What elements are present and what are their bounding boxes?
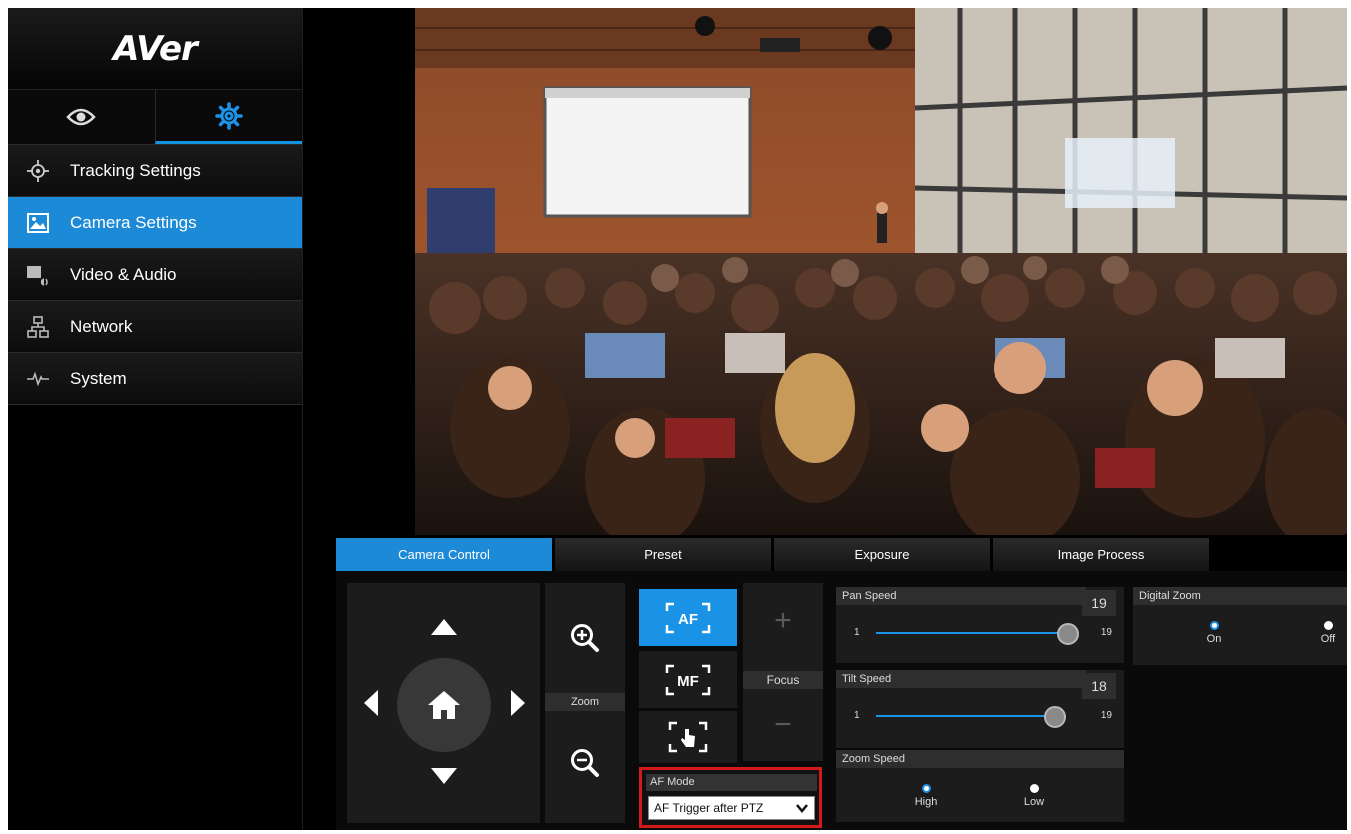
tab-settings[interactable] xyxy=(154,90,302,144)
zoom-controls: Zoom xyxy=(545,583,625,823)
pan-speed-slider[interactable]: 1 19 xyxy=(850,623,1116,645)
digital-zoom-title: Digital Zoom xyxy=(1133,587,1347,605)
af-button[interactable]: AF xyxy=(639,589,737,646)
digital-zoom-off-label: Off xyxy=(1320,633,1336,645)
tab-camera-control[interactable]: Camera Control xyxy=(336,538,552,571)
sidebar-item-system[interactable]: System xyxy=(8,353,302,405)
tab-exposure[interactable]: Exposure xyxy=(774,538,990,571)
sidebar-item-camera-settings[interactable]: Camera Settings xyxy=(8,197,302,249)
ptz-pad xyxy=(347,583,540,823)
arrow-down-icon[interactable] xyxy=(431,768,457,784)
sidebar-item-label: Tracking Settings xyxy=(70,160,201,180)
crosshair-icon xyxy=(26,159,50,183)
pan-speed-title: Pan Speed xyxy=(836,587,1086,605)
zoom-speed-high-radio[interactable]: High xyxy=(906,784,946,808)
gear-icon xyxy=(215,101,243,130)
tilt-speed-value: 18 xyxy=(1082,673,1116,699)
af-mode-label: AF Mode xyxy=(646,774,817,791)
focus-label: Focus xyxy=(743,671,823,689)
af-mode-group: AF Mode AF Trigger after PTZ xyxy=(639,767,822,828)
tilt-speed-slider[interactable]: 1 19 xyxy=(850,706,1116,728)
app-window: AVer Tracking Settings Camera Settings V… xyxy=(8,8,1347,830)
conference-room-image xyxy=(415,8,1347,535)
image-icon xyxy=(26,211,50,235)
sidebar-item-tracking-settings[interactable]: Tracking Settings xyxy=(8,145,302,197)
logo-text: AVer xyxy=(113,28,198,69)
mf-button[interactable]: MF xyxy=(639,651,737,708)
digital-zoom-off-radio[interactable]: Off xyxy=(1313,621,1343,645)
radio-unselected-icon xyxy=(1029,784,1039,793)
pulse-icon xyxy=(26,367,50,391)
af-mode-select[interactable]: AF Trigger after PTZ xyxy=(648,796,815,820)
af-button-label: AF xyxy=(678,611,698,628)
tab-live-view[interactable] xyxy=(8,90,155,144)
sidebar-item-network[interactable]: Network xyxy=(8,301,302,353)
pan-speed-max: 19 xyxy=(1100,627,1112,638)
tilt-speed-title: Tilt Speed xyxy=(836,670,1086,688)
mode-tabs xyxy=(8,90,302,145)
arrow-up-icon[interactable] xyxy=(431,619,457,635)
camera-control-panel: Zoom AF MF + Focus − AF Mode AF Trigger … xyxy=(336,571,1347,830)
pan-speed-knob[interactable] xyxy=(1057,623,1079,645)
chevron-down-icon xyxy=(796,804,808,813)
tilt-speed-min: 1 xyxy=(854,710,860,721)
focus-controls: + Focus − xyxy=(743,583,823,761)
pan-speed-min: 1 xyxy=(854,627,860,638)
sidebar-item-label: Camera Settings xyxy=(70,212,197,232)
radio-selected-icon xyxy=(921,784,931,793)
control-tabs: Camera Control Preset Exposure Image Pro… xyxy=(336,538,1212,571)
af-mode-value: AF Trigger after PTZ xyxy=(654,801,764,815)
zoom-out-icon xyxy=(571,749,599,777)
tab-preset[interactable]: Preset xyxy=(555,538,771,571)
eye-icon xyxy=(66,108,96,126)
touch-focus-icon xyxy=(668,721,708,753)
tilt-speed-max: 19 xyxy=(1100,710,1112,721)
video-audio-icon xyxy=(26,263,50,287)
one-push-focus-button[interactable] xyxy=(639,711,737,763)
radio-selected-icon xyxy=(1209,621,1219,630)
mf-bracket-icon: MF xyxy=(665,664,711,695)
arrow-right-icon[interactable] xyxy=(511,690,525,716)
tilt-speed-track xyxy=(876,715,1066,717)
home-icon xyxy=(428,691,460,719)
tab-image-process[interactable]: Image Process xyxy=(993,538,1209,571)
mf-button-label: MF xyxy=(677,673,699,690)
sidebar: AVer Tracking Settings Camera Settings V… xyxy=(8,8,303,830)
digital-zoom-on-radio[interactable]: On xyxy=(1199,621,1229,645)
sidebar-item-video-audio[interactable]: Video & Audio xyxy=(8,249,302,301)
zoom-speed-low-label: Low xyxy=(1023,796,1045,808)
af-bracket-icon: AF xyxy=(665,602,711,633)
pan-speed-value: 19 xyxy=(1082,590,1116,616)
network-icon xyxy=(26,315,50,339)
pan-speed-group: Pan Speed 19 1 19 xyxy=(836,587,1124,663)
radio-unselected-icon xyxy=(1323,621,1333,630)
zoom-speed-title: Zoom Speed xyxy=(836,750,1124,768)
sidebar-item-label: Video & Audio xyxy=(70,264,177,284)
pan-speed-track xyxy=(876,632,1066,634)
tilt-speed-group: Tilt Speed 18 1 19 xyxy=(836,670,1124,748)
sidebar-item-label: System xyxy=(70,368,127,388)
logo: AVer xyxy=(8,8,302,90)
camera-preview[interactable] xyxy=(415,8,1347,535)
zoom-in-icon xyxy=(571,624,599,652)
digital-zoom-on-label: On xyxy=(1206,633,1222,645)
tilt-speed-knob[interactable] xyxy=(1044,706,1066,728)
digital-zoom-group: Digital Zoom On Off xyxy=(1133,587,1347,665)
zoom-speed-low-radio[interactable]: Low xyxy=(1014,784,1054,808)
sidebar-item-label: Network xyxy=(70,316,133,336)
focus-near-button[interactable]: + xyxy=(743,591,823,651)
focus-far-button[interactable]: − xyxy=(743,695,823,755)
zoom-in-button[interactable] xyxy=(545,608,625,668)
zoom-out-button[interactable] xyxy=(545,733,625,793)
home-button[interactable] xyxy=(397,658,491,752)
zoom-label: Zoom xyxy=(545,693,625,711)
zoom-speed-group: Zoom Speed High Low xyxy=(836,750,1124,822)
arrow-left-icon[interactable] xyxy=(364,690,378,716)
zoom-speed-high-label: High xyxy=(914,796,938,808)
